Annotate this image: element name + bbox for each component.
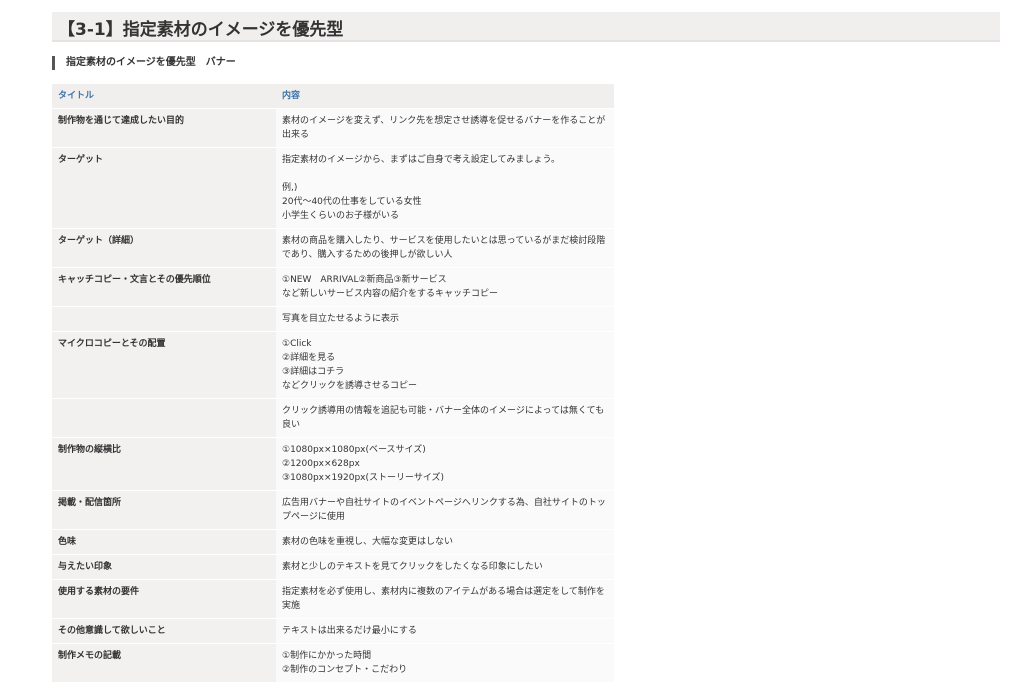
row-content: ①1080px×1080px(ベースサイズ) ②1200px×628px ③1080… (276, 437, 614, 491)
content-line: ①制作にかかった時間 (282, 651, 372, 661)
content-line (282, 167, 608, 181)
table-row: その他意識して欲しいこと テキストは出来るだけ最小にする (52, 618, 614, 644)
content-line: テキストは出来るだけ最小にする (282, 626, 417, 636)
row-content: 素材の商品を購入したり、サービスを使用したいとは思っているがまだ検討段階であり、… (276, 228, 614, 268)
content-line: ②詳細を見る (282, 353, 336, 363)
content-line: 20代〜40代の仕事をしている女性 (282, 197, 422, 207)
row-label: 制作メモの記載 (52, 643, 276, 683)
row-label: 使用する素材の要件 (52, 579, 276, 619)
content-line: ①NEW ARRIVAL②新商品③新サービス (282, 275, 447, 285)
row-content: 素材の色味を重視し、大幅な変更はしない (276, 529, 614, 555)
row-label: キャッチコピー・文言とその優先順位 (52, 267, 276, 307)
content-line: 素材と少しのテキストを見てクリックをしたくなる印象にしたい (282, 562, 543, 572)
content-line: 指定素材のイメージから、まずはご自身で考え設定してみましょう。 (282, 155, 561, 165)
table-row: 使用する素材の要件 指定素材を必ず使用し、素材内に複数のアイテムがある場合は選定を… (52, 579, 614, 619)
header-content: 内容 (276, 84, 614, 109)
row-content: ①制作にかかった時間 ②制作のコンセプト・こだわり (276, 643, 614, 683)
page-title: 【3-1】指定素材のイメージを優先型 (58, 20, 344, 40)
content-line: ①1080px×1080px(ベースサイズ) (282, 445, 426, 455)
content-line: 例,) (282, 183, 298, 193)
content-line: クリック誘導用の情報を追記も可能・バナー全体のイメージによっては無くても良い (282, 406, 605, 430)
row-content: 素材のイメージを変えず、リンク先を想定させ誘導を促せるバナーを作ることが出来る (276, 108, 614, 148)
row-label: 掲載・配信箇所 (52, 490, 276, 530)
table-row: ターゲット（詳細） 素材の商品を購入したり、サービスを使用したいとは思っているがま… (52, 228, 614, 268)
row-label: 与えたい印象 (52, 554, 276, 580)
table-row: クリック誘導用の情報を追記も可能・バナー全体のイメージによっては無くても良い (52, 398, 614, 438)
content-line: ③詳細はコチラ (282, 367, 345, 377)
row-label: その他意識して欲しいこと (52, 618, 276, 644)
content-line: ①Click (282, 339, 312, 349)
table-row: キャッチコピー・文言とその優先順位 ①NEW ARRIVAL②新商品③新サービスな… (52, 267, 614, 307)
table-row: 制作物の縦横比 ①1080px×1080px(ベースサイズ) ②1200px×628… (52, 437, 614, 491)
content-line: などクリックを誘導させるコピー (282, 381, 418, 391)
row-content: 広告用バナーや自社サイトのイベントページへリンクする為、自社サイトのトップページ… (276, 490, 614, 530)
content-line: 小学生くらいのお子様がいる (282, 211, 400, 221)
row-content: 指定素材のイメージから、まずはご自身で考え設定してみましょう。 例,) 20代〜40… (276, 147, 614, 229)
content-line: ②1200px×628px (282, 459, 360, 469)
content-line: ③1080px×1920px(ストーリーサイズ) (282, 473, 445, 483)
content-line: 素材の商品を購入したり、サービスを使用したいとは思っているがまだ検討段階であり、… (282, 236, 606, 260)
table-row: マイクロコピーとその配置 ①Click ②詳細を見る ③詳細はコチラなどクリックを誘導… (52, 331, 614, 399)
row-label: 制作物の縦横比 (52, 437, 276, 491)
content-line: 指定素材を必ず使用し、素材内に複数のアイテムがある場合は選定をして制作を実施 (282, 587, 605, 611)
table-row: 掲載・配信箇所 広告用バナーや自社サイトのイベントページへリンクする為、自社サイト… (52, 490, 614, 530)
row-content: テキストは出来るだけ最小にする (276, 618, 614, 644)
content-line: 写真を目立たせるように表示 (282, 314, 400, 324)
table-row: 制作メモの記載 ①制作にかかった時間 ②制作のコンセプト・こだわり (52, 643, 614, 683)
section-heading: 指定素材のイメージを優先型 バナー (52, 56, 236, 70)
row-content: 素材と少しのテキストを見てクリックをしたくなる印象にしたい (276, 554, 614, 580)
spec-table: タイトル 内容 制作物を通じて達成したい目的 素材のイメージを変えず、リンク先を想… (52, 84, 614, 683)
row-content: ①Click ②詳細を見る ③詳細はコチラなどクリックを誘導させるコピー (276, 331, 614, 399)
table-body: 制作物を通じて達成したい目的 素材のイメージを変えず、リンク先を想定させ誘導を促せ… (52, 108, 614, 683)
table-header-row: タイトル 内容 (52, 84, 614, 109)
row-content: 指定素材を必ず使用し、素材内に複数のアイテムがある場合は選定をして制作を実施 (276, 579, 614, 619)
content-line: など新しいサービス内容の紹介をするキャッチコピー (282, 289, 499, 299)
row-label: ターゲット (52, 147, 276, 229)
content-line: 素材のイメージを変えず、リンク先を想定させ誘導を促せるバナーを作ることが出来る (282, 116, 606, 140)
table-row: 制作物を通じて達成したい目的 素材のイメージを変えず、リンク先を想定させ誘導を促せ… (52, 108, 614, 148)
content-line: ②制作のコンセプト・こだわり (282, 665, 408, 675)
row-label: ターゲット（詳細） (52, 228, 276, 268)
row-content: 写真を目立たせるように表示 (276, 306, 614, 332)
content-line: 広告用バナーや自社サイトのイベントページへリンクする為、自社サイトのトップページ… (282, 498, 606, 522)
table-row: 与えたい印象 素材と少しのテキストを見てクリックをしたくなる印象にしたい (52, 554, 614, 580)
row-label: 色味 (52, 529, 276, 555)
row-label (52, 306, 276, 332)
row-label (52, 398, 276, 438)
table-row: ターゲット 指定素材のイメージから、まずはご自身で考え設定してみましょう。 例,) 2… (52, 147, 614, 229)
content-line: 素材の色味を重視し、大幅な変更はしない (282, 537, 454, 547)
header-title: タイトル (52, 84, 276, 109)
row-label: 制作物を通じて達成したい目的 (52, 108, 276, 148)
row-content: ①NEW ARRIVAL②新商品③新サービスなど新しいサービス内容の紹介をするキ… (276, 267, 614, 307)
row-content: クリック誘導用の情報を追記も可能・バナー全体のイメージによっては無くても良い (276, 398, 614, 438)
row-label: マイクロコピーとその配置 (52, 331, 276, 399)
table-row: 色味 素材の色味を重視し、大幅な変更はしない (52, 529, 614, 555)
page-title-bar: 【3-1】指定素材のイメージを優先型 (52, 12, 1000, 42)
table-row: 写真を目立たせるように表示 (52, 306, 614, 332)
